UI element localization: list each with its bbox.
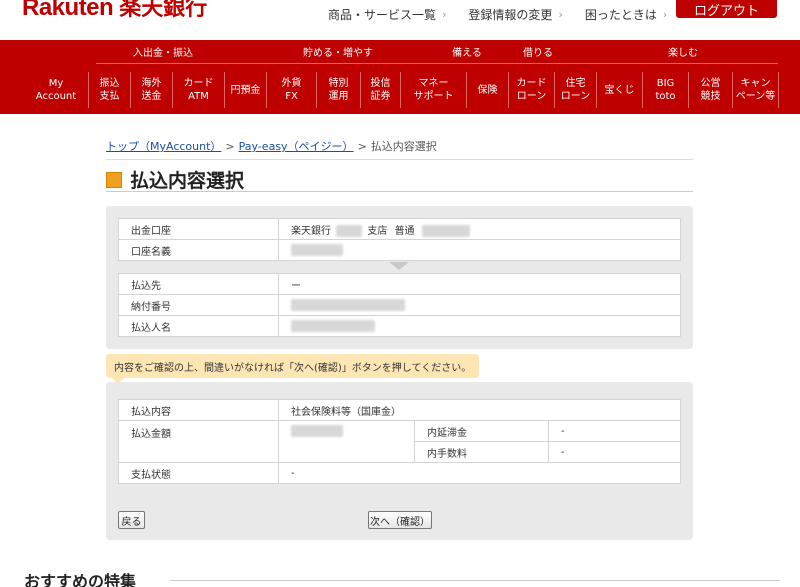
status-label: 支払状態: [118, 462, 279, 484]
nav-item-row: My Account 振込 支払 海外 送金 カード ATM 円預金 外貨 FX…: [0, 66, 800, 110]
nav-item-securities[interactable]: 投信 証券: [360, 72, 400, 108]
breadcrumb: トップ（MyAccount） > Pay-easy（ペイジー） > 払込内容選択: [106, 138, 693, 160]
table-row: 払込内容 社会保険料等（国庫金）: [118, 399, 681, 421]
logout-button[interactable]: ログアウト: [676, 0, 777, 19]
nav-item-myaccount[interactable]: My Account: [24, 72, 88, 108]
table-row: 払込人名: [118, 315, 681, 337]
main-navigation: 入出金・振込 貯める・増やす 備える 借りる 楽しむ My Account 振込…: [0, 40, 800, 114]
nav-item-big-toto[interactable]: BIG toto: [642, 72, 688, 108]
nav-item-campaign[interactable]: キャン ペーン等: [732, 72, 778, 108]
amount-value: [278, 420, 415, 463]
account-value: 楽天銀行 支店 普通: [278, 218, 681, 240]
nav-item-transfer[interactable]: 振込 支払: [88, 72, 130, 108]
fee-label: 内手数料: [414, 441, 549, 463]
table-row: 出金口座 楽天銀行 支店 普通: [118, 218, 681, 240]
logo-text-en: Rakuten: [22, 0, 114, 21]
table-row: 支払状態 -: [118, 462, 681, 484]
back-button[interactable]: 戻る: [118, 511, 145, 529]
rakuten-bank-logo[interactable]: Rakuten 楽天銀行: [22, 0, 207, 22]
top-link-label: 商品・サービス一覧: [328, 8, 437, 22]
payer-value: [278, 315, 681, 337]
nav-group-row: 入出金・振込 貯める・増やす 備える 借りる 楽しむ: [0, 40, 800, 64]
fee-value: -: [548, 441, 681, 463]
nav-group-save-grow: 貯める・増やす: [230, 40, 446, 64]
confirmation-notice: 内容をご確認の上、間違いがなければ「次へ(確認)」ボタンを押してください。: [106, 354, 480, 384]
recommend-divider: [170, 580, 780, 581]
breadcrumb-link-payeasy[interactable]: Pay-easy（ペイジー）: [239, 140, 354, 153]
redacted-amount: [291, 425, 343, 437]
detail-table: 払込内容 社会保険料等（国庫金） 払込金額 内延滞金 - 内手数料 - 支払状態…: [118, 399, 681, 484]
next-confirm-button[interactable]: 次へ（確認）: [368, 511, 432, 529]
page-title-text: 払込内容選択: [130, 170, 245, 192]
name-value: [278, 239, 681, 261]
nav-divider: [778, 72, 779, 108]
payee-table: 払込先 ー 納付番号 払込人名: [118, 273, 681, 337]
content-value: 社会保険料等（国庫金）: [278, 399, 681, 421]
redacted-account-number: [421, 224, 470, 237]
nav-group-enjoy: 楽しむ: [588, 40, 778, 64]
payee-label: 払込先: [118, 273, 279, 295]
redacted-number: [291, 299, 405, 311]
payee-value: ー: [278, 273, 681, 295]
top-link-registration[interactable]: 登録情報の変更 ›: [468, 6, 562, 23]
account-bank: 楽天銀行: [291, 225, 331, 237]
chevron-right-icon: ›: [442, 8, 447, 21]
redacted-payer-name: [291, 320, 375, 332]
account-payee-panel: 出金口座 楽天銀行 支店 普通 口座名義 払込先 ー 納付番号 払込人名: [106, 206, 693, 349]
nav-item-overseas[interactable]: 海外 送金: [130, 72, 172, 108]
redacted-branch: [336, 224, 363, 237]
nav-item-card-atm[interactable]: カード ATM: [172, 72, 224, 108]
breadcrumb-current: 払込内容選択: [370, 140, 437, 153]
top-navigation: 商品・サービス一覧 › 登録情報の変更 › 困ったときは ›: [328, 6, 689, 23]
logo-text-jp: 楽天銀行: [119, 0, 208, 20]
nav-group-prepare: 備える: [446, 40, 488, 64]
top-link-label: 困ったときは: [584, 8, 657, 22]
number-value: [278, 294, 681, 316]
nav-item-insurance[interactable]: 保険: [466, 72, 508, 108]
account-type: 普通: [394, 225, 415, 237]
title-square-icon: [106, 171, 122, 188]
nav-item-yen-deposit[interactable]: 円預金: [224, 72, 266, 108]
nav-item-public-race[interactable]: 公営 競技: [688, 72, 732, 108]
nav-item-fx[interactable]: 外貨 FX: [266, 72, 316, 108]
nav-item-money-support[interactable]: マネー サポート: [400, 72, 466, 108]
payment-detail-panel: 払込内容 社会保険料等（国庫金） 払込金額 内延滞金 - 内手数料 - 支払状態…: [106, 382, 693, 540]
breadcrumb-separator: >: [225, 140, 235, 153]
payer-label: 払込人名: [118, 315, 279, 337]
name-label: 口座名義: [118, 239, 279, 261]
nav-group-deposit-transfer: 入出金・振込: [96, 40, 230, 64]
top-link-services[interactable]: 商品・サービス一覧 ›: [328, 6, 446, 23]
account-branch: 支店: [367, 225, 388, 237]
chevron-right-icon: ›: [662, 8, 668, 21]
table-row: 納付番号: [118, 294, 681, 316]
late-fee-value: -: [548, 420, 681, 442]
nav-item-special[interactable]: 特別 運用: [316, 72, 360, 108]
top-link-help[interactable]: 困ったときは ›: [585, 6, 667, 23]
top-link-label: 登録情報の変更: [468, 8, 553, 22]
content-label: 払込内容: [118, 399, 279, 421]
table-row: 払込金額 内延滞金 -: [118, 420, 681, 463]
recommend-heading: おすすめの特集: [24, 572, 137, 587]
chevron-right-icon: ›: [558, 8, 563, 21]
table-row: 口座名義: [118, 239, 681, 261]
nav-item-lottery[interactable]: 宝くじ: [596, 72, 642, 108]
nav-item-housing-loan[interactable]: 住宅 ローン: [554, 72, 596, 108]
account-label: 出金口座: [118, 218, 279, 240]
redacted-name: [291, 244, 343, 256]
page-title: 払込内容選択: [106, 168, 693, 192]
nav-group-borrow: 借りる: [488, 40, 588, 64]
number-label: 納付番号: [118, 294, 279, 316]
table-row: 払込先 ー: [118, 273, 681, 295]
nav-item-card-loan[interactable]: カード ローン: [508, 72, 554, 108]
late-fee-label: 内延滞金: [414, 420, 549, 442]
status-value: -: [278, 462, 681, 484]
account-table: 出金口座 楽天銀行 支店 普通 口座名義: [118, 218, 681, 261]
arrow-down-icon: [389, 262, 409, 270]
breadcrumb-link-top[interactable]: トップ（MyAccount）: [106, 140, 221, 153]
amount-label: 払込金額: [118, 420, 279, 463]
breadcrumb-separator: >: [357, 140, 367, 153]
